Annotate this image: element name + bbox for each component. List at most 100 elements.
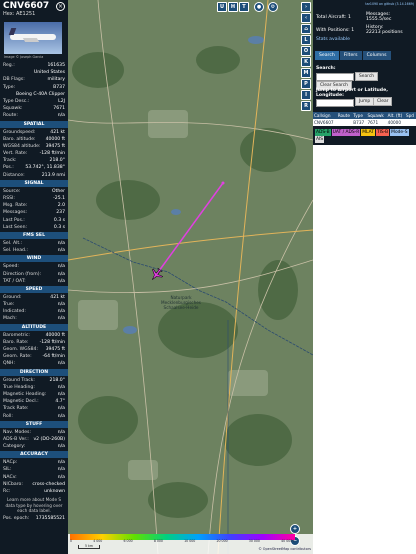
back-icon[interactable]: ‹ <box>301 13 311 23</box>
direction-ground-track-row: Ground Track: 218.0° <box>0 377 68 384</box>
map-button-t[interactable]: T <box>239 2 249 12</box>
legend-ads-b[interactable]: ADS-B <box>315 129 331 136</box>
tab-columns[interactable]: Columns <box>362 51 391 60</box>
signal-source-value: Other <box>51 188 65 194</box>
jump-input[interactable] <box>316 99 354 107</box>
spatial-vert-rate-row: Vert. Rate: -128 ft/min <box>0 150 68 157</box>
aircraft-photo[interactable] <box>4 22 62 54</box>
legend-mlat[interactable]: MLAT <box>361 129 375 136</box>
map-button-h[interactable]: H <box>228 2 238 12</box>
pos-epoch-value: 1735585521 <box>35 516 65 522</box>
close-icon[interactable]: × <box>56 2 65 11</box>
table-header: Callsign Route Type Squawk Alt. (ft) Spd <box>313 112 416 119</box>
fms-sel-sel-alt-label: Sel. Alt.: <box>3 240 23 246</box>
column-callsign[interactable]: Callsign <box>313 112 337 119</box>
table-row[interactable]: CNV6607 B737 7671 40000 <box>313 119 416 126</box>
altitude-geom-wgs84-row: Geom. WGS84: 39475 ft <box>0 346 68 353</box>
section-wind[interactable]: WIND <box>0 255 68 263</box>
map-button-m[interactable]: M <box>301 68 311 78</box>
stat-messages: Messages: 1555.5/sec <box>366 12 414 23</box>
globe-icon[interactable]: ● <box>254 2 264 12</box>
search-input[interactable] <box>316 73 354 81</box>
section-direction[interactable]: DIRECTION <box>0 368 68 376</box>
speed-true-label: True: <box>3 302 15 308</box>
cell-type[interactable]: B737 <box>352 119 367 126</box>
legend-uat-ads-r[interactable]: UAT / ADS-R <box>331 129 361 136</box>
stuff-nav-modes-value: n/a <box>57 429 65 435</box>
map-button-o[interactable]: O <box>301 46 311 56</box>
direction-ground-track-label: Ground Track: <box>3 377 35 383</box>
accuracy-nacp-row: NACp: n/a <box>0 459 68 466</box>
wind-tat-oat-value: n/a <box>57 278 65 284</box>
accuracy-nacv-row: NACv: n/a <box>0 474 68 481</box>
clear-jump-button[interactable]: Clear <box>373 97 393 106</box>
accuracy-nacp-label: NACp: <box>3 460 18 466</box>
section-accuracy[interactable]: ACCURACY <box>0 451 68 459</box>
info-db-flags-value: military <box>47 77 65 83</box>
map-button-l[interactable]: L <box>301 35 311 45</box>
altitude-barometric-label: Barometric: <box>3 332 30 338</box>
accuracy-sil-row: SIL: n/a <box>0 466 68 473</box>
home-icon[interactable]: ⌂ <box>301 24 311 34</box>
accuracy-nacp-value: n/a <box>57 460 65 466</box>
signal-messages-label: Messages: <box>3 210 28 216</box>
map-button-p[interactable]: P <box>301 79 311 89</box>
wind-direction-from-row: Direction (from): n/a <box>0 271 68 278</box>
panel-tabs: Search Filters Columns <box>315 51 392 60</box>
map-button-r[interactable]: R <box>301 101 311 111</box>
map-attribution[interactable]: © OpenStreetMap contributors <box>258 547 311 551</box>
section-signal[interactable]: SIGNAL <box>0 179 68 187</box>
stat-history-value: 22213 positions <box>366 30 403 36</box>
section-fms-sel[interactable]: FMS SEL <box>0 231 68 239</box>
column-type[interactable]: Type <box>352 112 367 119</box>
column-route[interactable]: Route <box>336 112 353 119</box>
tab-search[interactable]: Search <box>315 51 339 60</box>
info-line-1-value: United States <box>33 70 65 76</box>
section-speed[interactable]: SPEED <box>0 285 68 293</box>
map-button-i[interactable]: I <box>301 90 311 100</box>
spatial-baro-altitude-value: 40000 ft <box>45 136 65 142</box>
signal-last-pos-row: Last Pos.: 0.3 s <box>0 217 68 224</box>
wind-direction-from-label: Direction (from): <box>3 271 42 277</box>
cell-callsign[interactable]: CNV6607 <box>313 119 337 126</box>
jump-button[interactable]: Jump <box>355 97 375 106</box>
legend-ais[interactable]: AIS <box>315 136 325 143</box>
accuracy-nacv-label: NACv: <box>3 474 17 480</box>
tab-filters[interactable]: Filters <box>339 51 362 60</box>
cell-route[interactable] <box>336 119 353 126</box>
legend-mode-s[interactable]: Mode-S <box>390 129 409 136</box>
signal-msg-rate-label: Msg. Rate: <box>3 203 28 209</box>
hex-code: Hex: AE1251 <box>3 11 36 17</box>
altitude-scale-labels: 0 4 000 6 000 8 000 10 000 20 000 30 000 40 000… <box>70 539 295 543</box>
info-type-row: Type: B737 <box>0 84 68 91</box>
section-altitude[interactable]: ALTITUDE <box>0 323 68 331</box>
column-alt-ft[interactable]: Alt. (ft) <box>386 112 405 119</box>
cell-squawk[interactable]: 7671 <box>366 119 387 126</box>
legend-tis-b[interactable]: TIS-B <box>375 129 390 136</box>
cell-spd[interactable] <box>404 119 416 126</box>
settings-icon[interactable]: ⚙ <box>268 2 278 12</box>
info-type-value: B737 <box>53 84 65 90</box>
altitude-tick: 10 000 <box>184 539 196 543</box>
stats-link[interactable]: Stats available <box>316 37 350 42</box>
signal-msg-rate-row: Msg. Rate: 2.0 <box>0 202 68 209</box>
map-view[interactable]: U H T ● ⚙ › ‹ ⌂ L O K M P I R Naturpark Mecklenb… <box>68 0 313 554</box>
zoom-in-button[interactable]: + <box>290 524 300 534</box>
section-stuff[interactable]: STUFF <box>0 420 68 428</box>
direction-ground-track-value: 218.0° <box>49 377 65 383</box>
cell-alt-ft[interactable]: 40000 <box>386 119 405 126</box>
direction-track-rate-value: n/a <box>57 406 65 412</box>
version-link[interactable]: tar1090 on github (3.14.1669) <box>365 2 414 6</box>
column-spd[interactable]: Spd <box>404 112 416 119</box>
search-button[interactable]: Search <box>355 72 379 81</box>
speed-indicated-label: Indicated: <box>3 309 26 315</box>
spatial-track-row: Track: 218.0° <box>0 157 68 164</box>
collapse-panel-icon[interactable]: › <box>301 2 311 12</box>
info-route-label: Route: <box>3 113 18 119</box>
column-squawk[interactable]: Squawk <box>366 112 387 119</box>
info-squawk-row: Squawk: 7671 <box>0 105 68 112</box>
section-spatial[interactable]: SPATIAL <box>0 120 68 128</box>
direction-roll-label: Roll: <box>3 413 13 419</box>
map-button-k[interactable]: K <box>301 57 311 67</box>
map-button-u[interactable]: U <box>217 2 227 12</box>
